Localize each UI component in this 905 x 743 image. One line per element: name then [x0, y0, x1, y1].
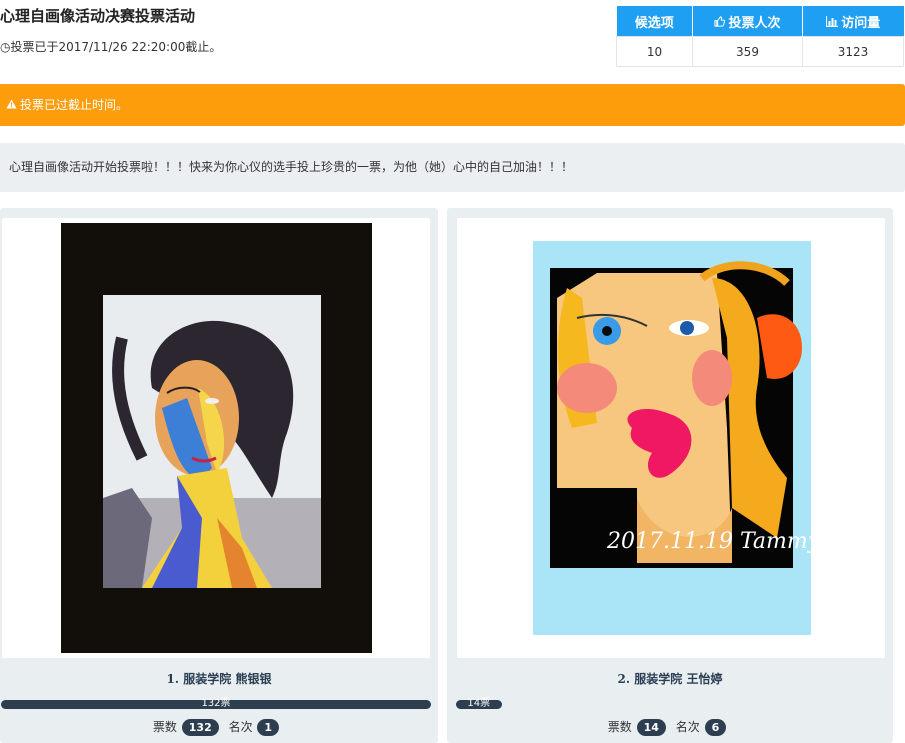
bar-chart-icon: [826, 15, 839, 31]
stats-table: 候选项 投票人次 访问量 10 359 3123: [616, 6, 904, 67]
votes-badge: 132: [181, 719, 219, 736]
vote-summary: 票数 132 名次 1: [0, 718, 438, 736]
candidate-card[interactable]: 1. 服装学院 熊银银 132票 票数 132 名次 1: [0, 208, 438, 743]
deadline-alert: 投票已过截止时间。: [0, 84, 905, 126]
vote-progress-bar: 132票: [1, 698, 431, 709]
vote-progress-bar: 14票: [456, 698, 886, 709]
thumbs-up-icon: [714, 15, 726, 31]
vote-summary: 票数 14 名次 6: [447, 718, 893, 736]
stats-visits-value: 3123: [802, 36, 904, 67]
stats-header-voters: 投票人次: [692, 6, 803, 37]
vote-progress-label: 132票: [201, 698, 231, 709]
stats-voters-value: 359: [692, 36, 803, 67]
stats-candidates-value: 10: [616, 36, 693, 67]
warning-icon: [6, 84, 17, 126]
alert-text: 投票已过截止时间。: [20, 98, 129, 112]
cubist-portrait-image: 2017.11.19 Tammy: [533, 241, 821, 635]
portrait-painting-image: [61, 223, 372, 653]
candidate-card[interactable]: 2017.11.19 Tammy 2. 服装学院 王怡婷 14票 票数 14 名…: [447, 208, 893, 743]
vote-progress-fill: 132票: [1, 698, 431, 709]
vote-progress-label: 14票: [467, 698, 491, 709]
candidate-name: 2. 服装学院 王怡婷: [617, 672, 723, 686]
votes-badge: 14: [636, 719, 666, 736]
rank-badge: 1: [257, 719, 280, 736]
candidate-artwork[interactable]: 2017.11.19 Tammy: [457, 218, 885, 658]
candidate-artwork[interactable]: [2, 218, 430, 658]
vote-progress-fill: 14票: [456, 698, 502, 709]
artwork-inscription: 2017.11.19 Tammy: [606, 529, 821, 554]
stats-header-candidates: 候选项: [616, 6, 693, 37]
notice-banner: 心理自画像活动开始投票啦！！！快来为你心仪的选手投上珍贵的一票，为他（她）心中的…: [0, 143, 905, 192]
deadline-text: ◷投票已于2017/11/26 22:20:00截止。: [0, 40, 222, 54]
notice-text: 心理自画像活动开始投票啦！！！快来为你心仪的选手投上珍贵的一票，为他（她）心中的…: [9, 160, 574, 174]
stats-header-visits: 访问量: [802, 6, 904, 37]
page-title: 心理自画像活动决赛投票活动: [0, 7, 196, 25]
rank-badge: 6: [704, 719, 727, 736]
candidate-name: 1. 服装学院 熊银银: [166, 672, 272, 686]
